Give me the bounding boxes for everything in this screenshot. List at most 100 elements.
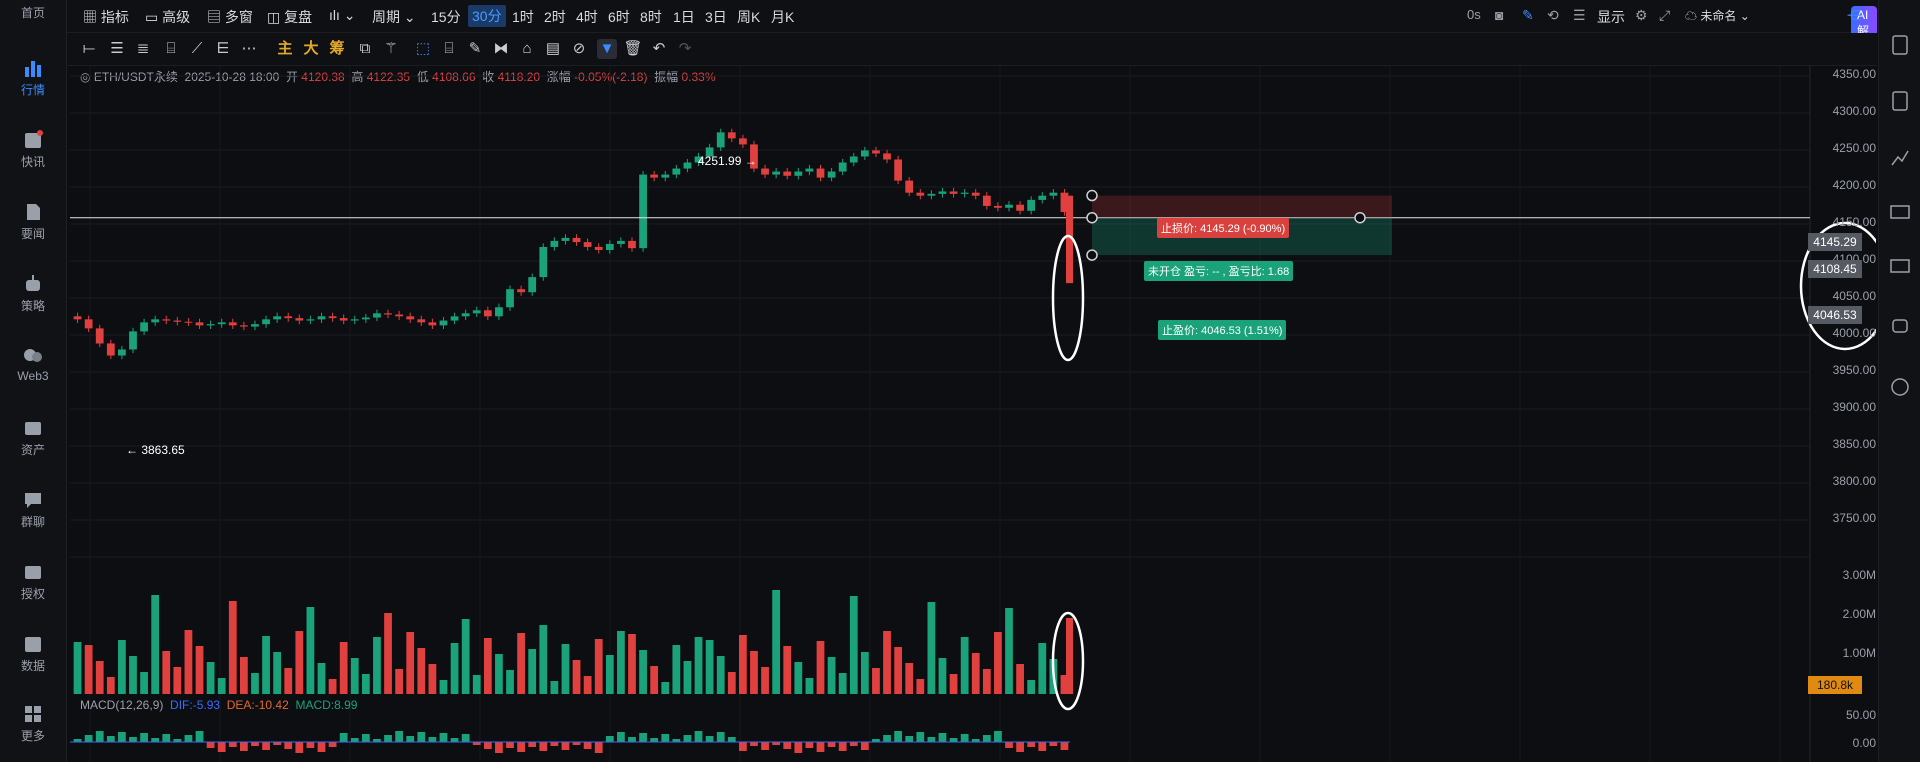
period-dropdown[interactable]: 周期 ⌄ (372, 7, 416, 27)
macd-bar (284, 742, 293, 749)
brush-icon[interactable]: ✎ (465, 39, 485, 59)
volume-bar (184, 630, 193, 694)
interval-6h[interactable]: 6时 (608, 7, 630, 27)
interval-month[interactable]: 月K (771, 7, 794, 27)
nav-item-auth[interactable]: 授权 (0, 562, 66, 602)
nav-item-web3[interactable]: Web3 (0, 346, 66, 383)
nav-item-data[interactable]: 数据 (0, 634, 66, 674)
big-order-button[interactable]: 大 (301, 39, 321, 59)
nav-item-market[interactable]: 行情 (0, 58, 66, 98)
nav-item-flash[interactable]: 快讯 (0, 130, 66, 170)
more-tools-icon[interactable]: ⋯ (239, 39, 259, 59)
volume-bar (872, 668, 880, 694)
stats-icon[interactable] (1889, 146, 1911, 168)
price-axis-label: 3900.00 (1832, 400, 1876, 414)
interval-week[interactable]: 周K (737, 7, 760, 27)
replay-button[interactable]: ◫ 复盘 (267, 7, 312, 27)
chart-type-dropdown[interactable]: ılı ⌄ (329, 7, 356, 24)
list-icon[interactable]: ☰ (1573, 7, 1586, 24)
chip-button[interactable]: 筹 (327, 39, 347, 59)
candle-body (295, 318, 304, 321)
nav-item-news[interactable]: 要闻 (0, 202, 66, 242)
macd-axis-label: 0.00 (1852, 736, 1876, 750)
nav-label: 授权 (20, 587, 45, 601)
interval-1d[interactable]: 1日 (673, 7, 695, 27)
note-icon[interactable]: ▤ (543, 39, 563, 59)
price-chart[interactable] (70, 66, 1876, 762)
macd-bar (251, 742, 259, 746)
interval-3d[interactable]: 3日 (705, 7, 727, 27)
interval-15m[interactable]: 15分 (431, 7, 461, 27)
monitor-icon[interactable] (1889, 202, 1911, 224)
indicator-button[interactable]: ▦ 指标 (83, 7, 129, 27)
undo-icon[interactable]: ↶ (649, 39, 669, 59)
candle-body (672, 168, 681, 175)
candle-body (572, 237, 581, 243)
fullscreen-icon[interactable]: ⤢ (1659, 7, 1670, 24)
trade-icon[interactable] (1889, 90, 1911, 112)
orderbook-icon[interactable] (1889, 34, 1911, 56)
interval-2h[interactable]: 2时 (544, 7, 566, 27)
trendline-tool-icon[interactable]: ⟋ (187, 39, 207, 59)
macd-bar (328, 742, 337, 747)
fib-tool-icon[interactable]: ⋿ (213, 39, 233, 59)
nav-item-home[interactable]: 首页 (0, 4, 66, 21)
share-icon[interactable]: ⋲ (1847, 7, 1861, 24)
trash-icon[interactable]: 🗑 (623, 39, 643, 59)
redo-icon[interactable]: ↷ (675, 39, 695, 59)
position-tag[interactable]: 未开仓 盈亏: -- , 盈亏比: 1.68 (1144, 261, 1294, 281)
nav-item-chat[interactable]: 群聊 (0, 490, 66, 530)
volume-bar (727, 672, 736, 694)
top-toolbar: ▦ 指标 ▭ 高级 ▤ 多窗 ◫ 复盘 ılı ⌄ 周期 ⌄ 15分 30分 1… (67, 0, 1877, 58)
macd-bar (239, 742, 248, 751)
interval-4h[interactable]: 4时 (576, 7, 598, 27)
volume-bar (617, 631, 625, 694)
display-button[interactable]: 显示 (1597, 7, 1625, 27)
compare-icon[interactable]: ⧉ (355, 39, 375, 59)
price-axis[interactable]: 4350.00 4300.00 4250.00 4200.00 4150.00 4100.… (1810, 66, 1876, 762)
nav-item-strategy[interactable]: 策略 (0, 274, 66, 314)
take-profit-tag[interactable]: 止盈价: 4046.53 (1.51%) (1158, 320, 1287, 340)
hline-tool-icon[interactable]: ⟝ (79, 39, 99, 59)
candle-body (683, 162, 692, 169)
measure-icon[interactable]: ⌸ (439, 39, 459, 59)
candle-body (905, 180, 914, 193)
candle-body (350, 319, 359, 321)
candle-body (251, 324, 259, 327)
candle-body (772, 171, 781, 175)
macd-bar (184, 735, 193, 742)
cursor-icon[interactable]: ⬚ (413, 39, 433, 59)
main-indicator-button[interactable]: 主 (275, 39, 295, 59)
candle-body (73, 316, 82, 320)
link-icon[interactable]: ⊘ (569, 39, 589, 59)
macd-bar (683, 735, 692, 742)
gear-icon[interactable]: ⚙ (1635, 7, 1648, 24)
volume-bar (738, 635, 747, 694)
magic-icon[interactable]: ⚚ (381, 39, 401, 59)
layout-dropdown[interactable]: ☁ 未命名 ⌄ (1685, 7, 1750, 24)
edit-icon[interactable]: ⟲ (1547, 7, 1559, 24)
advanced-button[interactable]: ▭ 高级 (145, 7, 190, 27)
stop-loss-tag[interactable]: 止损价: 4145.29 (-0.90%) (1157, 218, 1290, 238)
candle-body (373, 313, 381, 318)
multi-window-button[interactable]: ▤ 多窗 (207, 7, 253, 27)
channel-tool-icon[interactable]: ≣ (133, 39, 153, 59)
calculator-icon[interactable] (1889, 376, 1911, 398)
volume-bar (206, 662, 215, 694)
pen-icon[interactable]: ✎ (1522, 7, 1534, 24)
screen-icon[interactable] (1889, 256, 1911, 278)
lock-icon[interactable]: ⌂ (517, 39, 537, 59)
lines-tool-icon[interactable]: ☰ (107, 39, 127, 59)
interval-8h[interactable]: 8时 (640, 7, 662, 27)
magnet-icon[interactable]: ⧓ (491, 39, 511, 59)
candle-body (583, 242, 592, 247)
bot-icon[interactable] (1889, 314, 1911, 336)
nav-item-more[interactable]: 更多 (0, 704, 66, 744)
nav-label: 要闻 (20, 227, 45, 241)
ruler-tool-icon[interactable]: ⌸ (161, 39, 181, 59)
interval-30m[interactable]: 30分 (468, 5, 506, 27)
nav-item-assets[interactable]: 资产 (0, 418, 66, 458)
interval-1h[interactable]: 1时 (512, 7, 534, 27)
filter-icon[interactable]: ▼ (597, 39, 617, 59)
camera-icon[interactable]: ◙ (1495, 7, 1503, 23)
